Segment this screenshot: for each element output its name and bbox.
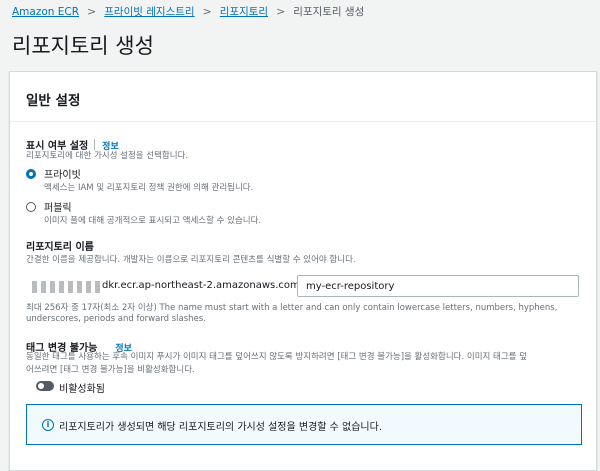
radio-private-description: 액세스는 IAM 및 리포지토리 정책 권한에 의해 관리됩니다. bbox=[44, 183, 254, 193]
radio-public-option[interactable]: 퍼블릭 bbox=[26, 199, 72, 214]
repository-name-constraint-line1: 최대 256자 중 17자(최소 2자 이상) The name must st… bbox=[26, 303, 558, 313]
breadcrumb-private-registry[interactable]: 프라이빗 레지스트리 bbox=[104, 4, 194, 19]
info-icon: i bbox=[42, 419, 54, 431]
tag-immutability-toggle[interactable] bbox=[36, 381, 54, 391]
repository-name-description: 간결한 이름을 제공합니다. 개발자는 이름으로 리포지토리 콘텐츠를 식별할 … bbox=[26, 255, 356, 265]
repository-name-label: 리포지토리 이름 bbox=[26, 242, 94, 253]
visibility-warning-alert: i 리포지토리가 생성되면 해당 리포지토리의 가시성 설정을 변경할 수 없습… bbox=[26, 404, 582, 445]
repository-name-constraint-line2: underscores, periods and forward slashes… bbox=[26, 314, 206, 324]
breadcrumb-amazon-ecr[interactable]: Amazon ECR bbox=[12, 6, 79, 18]
repository-uri-prefix: dkr.ecr.ap-northeast-2.amazonaws.com/ bbox=[102, 280, 304, 291]
radio-public-description: 이미지 풀에 대해 공개적으로 표시되고 액세스할 수 있습니다. bbox=[44, 216, 262, 226]
tag-immutability-description-line1: 동일한 태그를 사용하는 후속 이미지 푸시가 이미지 태그를 덮어쓰지 않도록… bbox=[26, 352, 528, 362]
tag-immutability-description-line2: 어쓰려면 [태그 변경 불가능]을 비활성화합니다. bbox=[26, 365, 195, 375]
alert-message: 리포지토리가 생성되면 해당 리포지토리의 가시성 설정을 변경할 수 없습니다… bbox=[59, 422, 383, 433]
breadcrumb: Amazon ECR > 프라이빗 레지스트리 > 리포지토리 > 리포지토리 … bbox=[12, 4, 364, 19]
panel-title: 일반 설정 bbox=[26, 93, 81, 109]
radio-private[interactable] bbox=[26, 168, 36, 179]
breadcrumb-separator-icon: > bbox=[87, 5, 97, 18]
breadcrumb-current: 리포지토리 생성 bbox=[293, 6, 365, 18]
redacted-account-id bbox=[32, 278, 110, 293]
breadcrumb-repositories[interactable]: 리포지토리 bbox=[220, 4, 268, 19]
page-title: 리포지토리 생성 bbox=[12, 34, 154, 58]
breadcrumb-separator-icon: > bbox=[276, 5, 286, 18]
repository-name-input[interactable] bbox=[297, 275, 579, 297]
general-settings-panel: 일반 설정 표시 여부 설정 정보 리포지토리에 대한 가시성 설정을 선택합니다… bbox=[9, 71, 597, 471]
visibility-description: 리포지토리에 대한 가시성 설정을 선택합니다. bbox=[26, 151, 189, 161]
radio-private-label[interactable]: 프라이빗 bbox=[44, 166, 81, 181]
toggle-knob bbox=[38, 383, 44, 389]
tag-immutability-toggle-label[interactable]: 비활성화됨 bbox=[59, 380, 105, 395]
panel-header: 일반 설정 bbox=[10, 72, 596, 122]
radio-public[interactable] bbox=[26, 201, 36, 212]
radio-public-label[interactable]: 퍼블릭 bbox=[44, 199, 72, 214]
radio-private-option[interactable]: 프라이빗 bbox=[26, 166, 81, 181]
breadcrumb-separator-icon: > bbox=[202, 5, 212, 18]
